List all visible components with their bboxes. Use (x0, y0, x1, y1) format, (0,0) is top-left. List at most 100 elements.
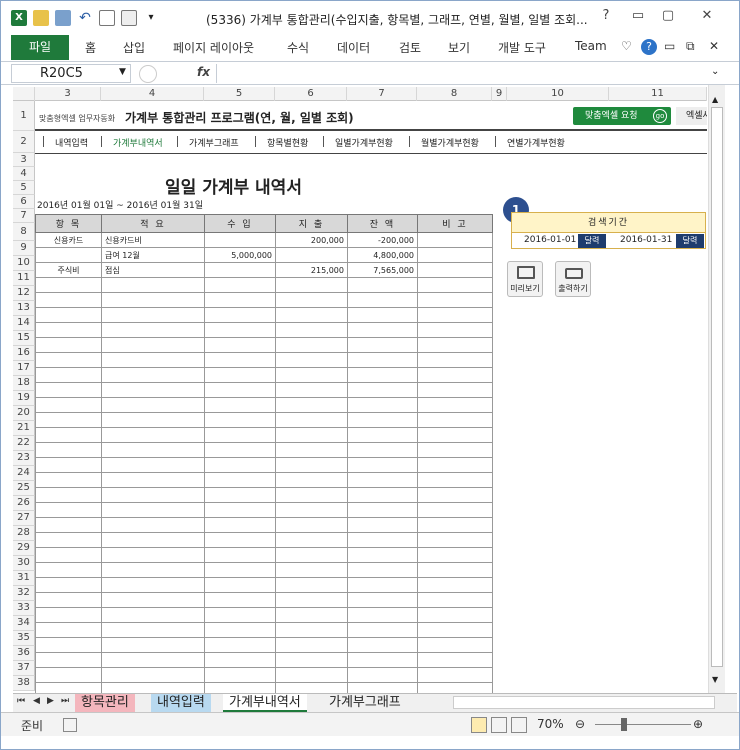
column-header[interactable]: 5 (204, 87, 275, 101)
table-cell[interactable] (101, 352, 205, 368)
table-cell[interactable] (35, 502, 102, 518)
table-cell[interactable]: 4,800,000 (347, 247, 418, 263)
table-cell[interactable] (204, 472, 276, 488)
table-cell[interactable] (275, 382, 348, 398)
row-header[interactable]: 35 (13, 631, 35, 646)
close-button[interactable]: ✕ (685, 5, 729, 27)
table-cell[interactable] (417, 292, 493, 308)
table-cell[interactable] (204, 412, 276, 428)
table-cell[interactable] (275, 592, 348, 608)
table-cell[interactable] (347, 442, 418, 458)
table-cell[interactable] (347, 292, 418, 308)
row-header[interactable]: 20 (13, 406, 35, 421)
table-cell[interactable]: 5,000,000 (204, 247, 276, 263)
row-header[interactable]: 13 (13, 301, 35, 316)
table-cell[interactable]: -200,000 (347, 232, 418, 248)
row-header[interactable]: 26 (13, 496, 35, 511)
table-cell[interactable] (101, 337, 205, 353)
calendar-button-from[interactable]: 달력 (578, 234, 606, 248)
file-tab[interactable]: 파일 (11, 35, 69, 60)
row-header[interactable]: 6 (13, 195, 35, 209)
calendar-button-to[interactable]: 달력 (676, 234, 704, 248)
row-header[interactable]: 21 (13, 421, 35, 436)
maximize-button[interactable]: ▢ (653, 5, 683, 27)
table-cell[interactable] (347, 502, 418, 518)
table-cell[interactable] (417, 427, 493, 443)
table-cell[interactable] (417, 277, 493, 293)
table-cell[interactable] (35, 322, 102, 338)
row-header[interactable]: 2 (13, 131, 35, 153)
table-cell[interactable] (35, 622, 102, 638)
table-cell[interactable]: 신용카드비 (101, 232, 205, 248)
next-sheet-icon[interactable]: ▶ (47, 696, 54, 706)
formula-input[interactable] (216, 64, 706, 83)
table-cell[interactable] (417, 667, 493, 683)
row-header[interactable]: 12 (13, 286, 35, 301)
table-cell[interactable] (347, 337, 418, 353)
table-cell[interactable] (101, 577, 205, 593)
table-cell[interactable] (101, 667, 205, 683)
name-box[interactable]: R20C5 (11, 64, 131, 83)
tab-formulas[interactable]: 수식 (287, 39, 309, 56)
macro-icon[interactable] (63, 718, 77, 732)
tab-view[interactable]: 보기 (448, 39, 470, 56)
table-cell[interactable] (347, 427, 418, 443)
workbook-restore-icon[interactable]: ⧉ (686, 39, 695, 54)
table-cell[interactable] (417, 577, 493, 593)
table-cell[interactable] (101, 472, 205, 488)
tab-developer[interactable]: 개발 도구 (498, 39, 546, 56)
table-cell[interactable] (204, 682, 276, 693)
table-cell[interactable] (417, 412, 493, 428)
row-header[interactable]: 34 (13, 616, 35, 631)
table-cell[interactable] (275, 547, 348, 563)
copy-icon[interactable] (33, 10, 49, 26)
table-cell[interactable] (275, 412, 348, 428)
table-cell[interactable] (204, 622, 276, 638)
row-header[interactable]: 37 (13, 661, 35, 676)
table-cell[interactable] (347, 487, 418, 503)
table-cell[interactable] (204, 547, 276, 563)
table-cell[interactable] (204, 382, 276, 398)
table-cell[interactable] (275, 682, 348, 693)
row-header[interactable]: 10 (13, 256, 35, 271)
row-header[interactable]: 11 (13, 271, 35, 286)
table-cell[interactable] (347, 307, 418, 323)
row-header[interactable]: 31 (13, 571, 35, 586)
table-cell[interactable] (35, 367, 102, 383)
table-cell[interactable] (347, 277, 418, 293)
table-cell[interactable] (204, 457, 276, 473)
table-cell[interactable] (347, 682, 418, 693)
column-header[interactable]: 4 (101, 87, 204, 101)
table-cell[interactable] (417, 562, 493, 578)
table-cell[interactable] (347, 517, 418, 533)
table-cell[interactable]: 7,565,000 (347, 262, 418, 278)
table-cell[interactable] (275, 637, 348, 653)
table-cell[interactable] (204, 352, 276, 368)
menu-item-daily[interactable]: 일별가계부현황 (335, 136, 393, 149)
table-cell[interactable] (35, 592, 102, 608)
table-cell[interactable] (101, 652, 205, 668)
table-cell[interactable] (204, 262, 276, 278)
row-header[interactable]: 16 (13, 346, 35, 361)
sheet-tab-statement[interactable]: 가계부내역서 (223, 694, 307, 712)
tab-page-layout[interactable]: 페이지 레이아웃 (173, 39, 254, 56)
table-cell[interactable] (417, 247, 493, 263)
table-cell[interactable] (417, 652, 493, 668)
table-cell[interactable] (417, 232, 493, 248)
table-cell[interactable] (417, 442, 493, 458)
table-cell[interactable]: 주식비 (35, 262, 102, 278)
column-header[interactable]: 9 (492, 87, 507, 101)
table-cell[interactable] (417, 502, 493, 518)
table-cell[interactable] (347, 382, 418, 398)
table-cell[interactable] (417, 637, 493, 653)
request-button[interactable]: 맞춤엑셀 요청 go (573, 107, 671, 125)
table-cell[interactable] (101, 322, 205, 338)
help-icon[interactable]: ? (591, 5, 621, 27)
table-cell[interactable]: 급여 12월 (101, 247, 205, 263)
table-cell[interactable] (275, 322, 348, 338)
table-cell[interactable] (275, 577, 348, 593)
table-cell[interactable]: 점심 (101, 262, 205, 278)
vertical-scrollbar[interactable]: ▲ ▼ (708, 85, 725, 693)
table-cell[interactable] (347, 622, 418, 638)
table-cell[interactable] (35, 277, 102, 293)
